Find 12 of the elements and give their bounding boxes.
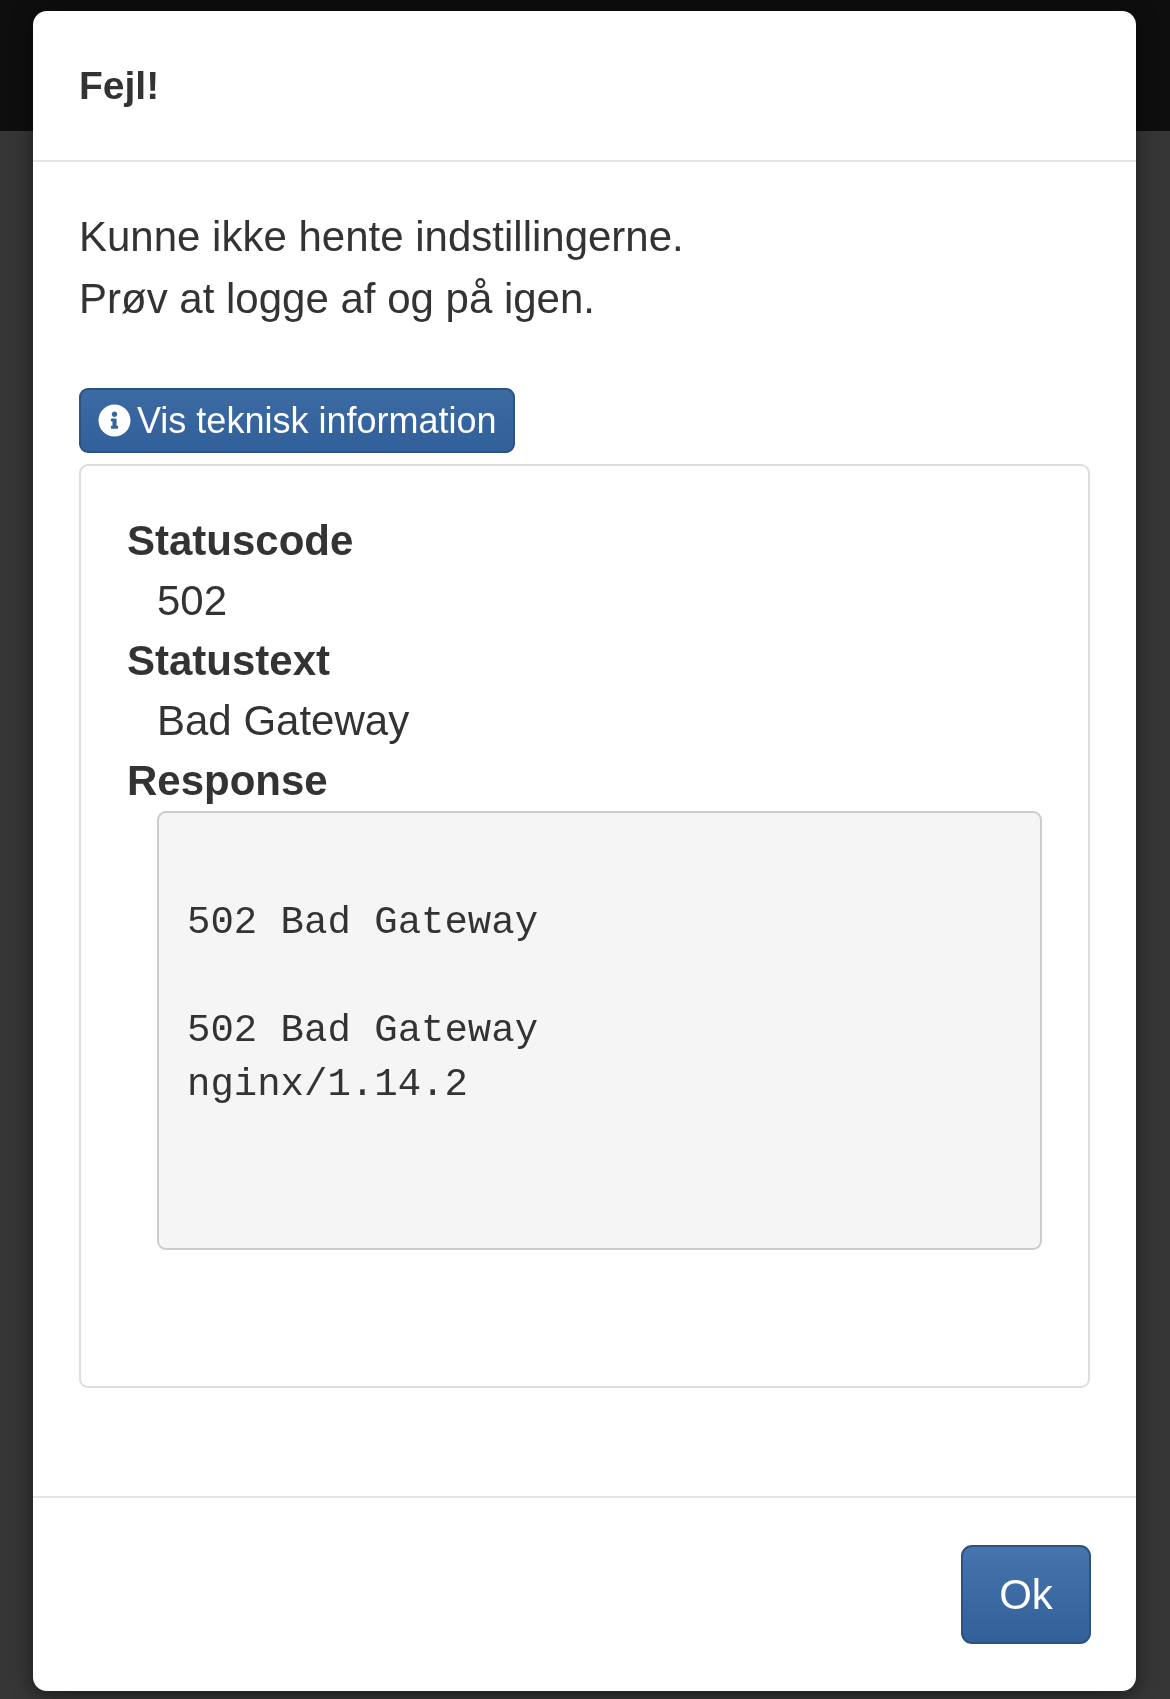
detail-label: Statustext <box>127 636 332 686</box>
message-text: Kunne ikke hente indstillingerne. <box>79 212 685 262</box>
response-text: 502 Bad Gateway 502 Bad Gateway nginx/1.14.2 <box>157 811 1042 1250</box>
ok-button[interactable]: Ok <box>961 1545 1091 1644</box>
message-text: Prøv at logge af og på igen. <box>79 274 596 324</box>
dialog-title: Fejl! <box>79 63 160 108</box>
detail-value: 502 <box>157 576 229 626</box>
detail-label: Statuscode <box>127 516 355 566</box>
info-icon <box>98 404 131 437</box>
show-details-button[interactable]: Vis teknisk information <box>79 388 515 453</box>
detail-label: Response <box>127 756 329 806</box>
detail-value: Bad Gateway <box>157 696 411 746</box>
